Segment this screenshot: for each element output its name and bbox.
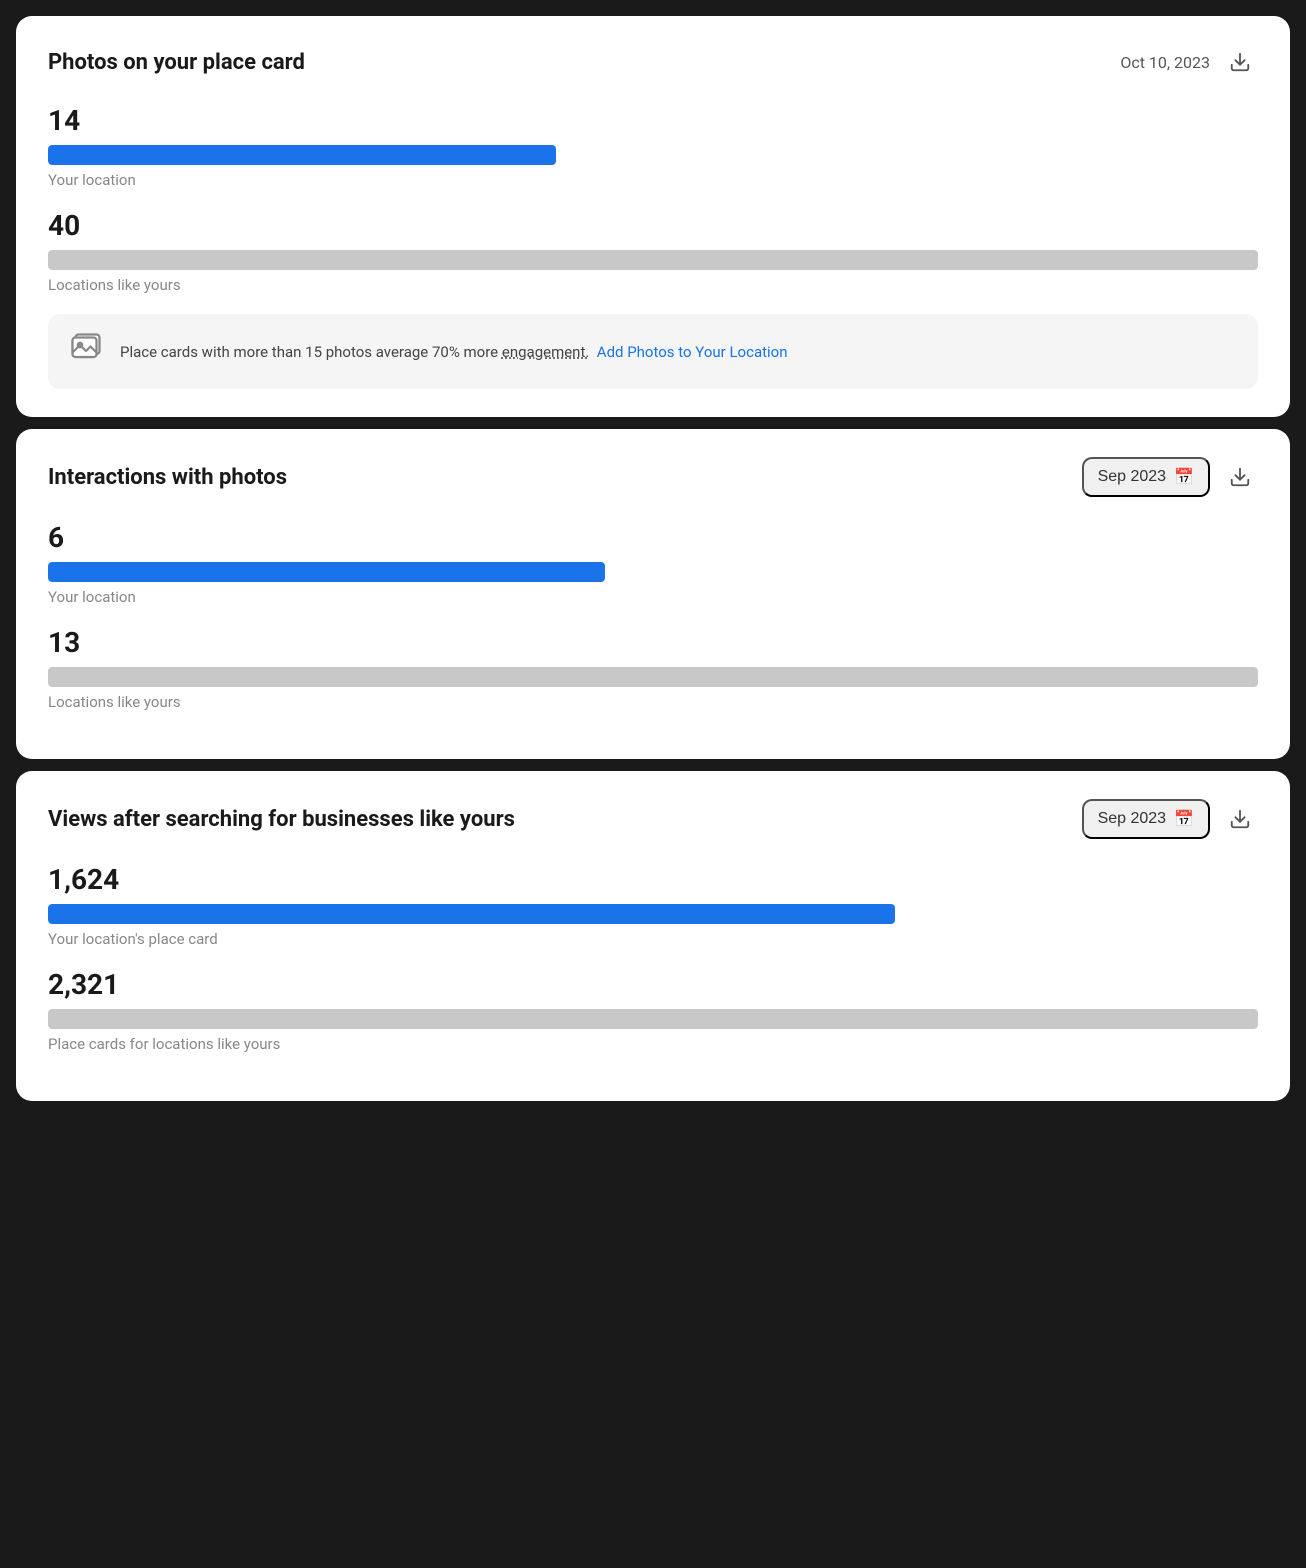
card2-your-location-bar-container <box>48 562 1258 582</box>
card3-locations-value: 2,321 <box>48 968 1258 1001</box>
card2-header-right: Sep 2023 📅 <box>1082 457 1258 497</box>
card1-locations-value: 40 <box>48 209 1258 242</box>
card2-locations-like-yours-metric: 13 Locations like yours <box>48 626 1258 711</box>
card3-locations-like-yours-metric: 2,321 Place cards for locations like you… <box>48 968 1258 1053</box>
card1-header-right: Oct 10, 2023 <box>1120 44 1258 80</box>
card2-locations-value: 13 <box>48 626 1258 659</box>
card1-your-location-label: Your location <box>48 171 1258 189</box>
card3-your-location-label: Your location's place card <box>48 930 1258 948</box>
download-icon <box>1229 51 1251 73</box>
card3-header: Views after searching for businesses lik… <box>48 799 1258 839</box>
photos-icon <box>68 330 104 373</box>
card1-locations-bar <box>48 250 1258 270</box>
image-stack-icon <box>68 330 104 366</box>
photos-on-place-card-section: Photos on your place card Oct 10, 2023 1… <box>16 16 1290 417</box>
card2-locations-bar-container <box>48 667 1258 687</box>
card1-info-box: Place cards with more than 15 photos ave… <box>48 314 1258 389</box>
card3-your-location-bar <box>48 904 895 924</box>
card1-locations-bar-container <box>48 250 1258 270</box>
card1-info-main-text: Place cards with more than 15 photos ave… <box>120 343 498 361</box>
card2-download-button[interactable] <box>1222 459 1258 495</box>
card3-title: Views after searching for businesses lik… <box>48 807 515 832</box>
card3-your-location-bar-container <box>48 904 1258 924</box>
views-after-searching-section: Views after searching for businesses lik… <box>16 771 1290 1101</box>
card1-locations-like-yours-metric: 40 Locations like yours <box>48 209 1258 294</box>
interactions-with-photos-section: Interactions with photos Sep 2023 📅 6 Yo… <box>16 429 1290 759</box>
card3-download-button[interactable] <box>1222 801 1258 837</box>
download-icon <box>1229 466 1251 488</box>
card2-date-badge[interactable]: Sep 2023 📅 <box>1082 457 1210 497</box>
card1-your-location-bar-container <box>48 145 1258 165</box>
card3-date-label: Sep 2023 <box>1098 810 1167 828</box>
card1-your-location-metric: 14 Your location <box>48 104 1258 189</box>
card2-header: Interactions with photos Sep 2023 📅 <box>48 457 1258 497</box>
card2-your-location-label: Your location <box>48 588 1258 606</box>
card1-info-keyword: engagement. <box>502 343 589 361</box>
card1-title: Photos on your place card <box>48 50 305 75</box>
card2-your-location-metric: 6 Your location <box>48 521 1258 606</box>
card2-locations-bar <box>48 667 1258 687</box>
card3-calendar-icon: 📅 <box>1174 809 1194 829</box>
card2-calendar-icon: 📅 <box>1174 467 1194 487</box>
card2-date-label: Sep 2023 <box>1098 468 1167 486</box>
card3-locations-label: Place cards for locations like yours <box>48 1035 1258 1053</box>
card1-header: Photos on your place card Oct 10, 2023 <box>48 44 1258 80</box>
card3-locations-bar <box>48 1009 1258 1029</box>
card1-info-cta-link[interactable]: Add Photos to Your Location <box>597 343 788 361</box>
card2-your-location-bar <box>48 562 605 582</box>
card3-locations-bar-container <box>48 1009 1258 1029</box>
card1-locations-label: Locations like yours <box>48 276 1258 294</box>
card3-date-badge[interactable]: Sep 2023 📅 <box>1082 799 1210 839</box>
card1-download-button[interactable] <box>1222 44 1258 80</box>
card3-your-location-metric: 1,624 Your location's place card <box>48 863 1258 948</box>
card2-locations-label: Locations like yours <box>48 693 1258 711</box>
card1-your-location-bar <box>48 145 556 165</box>
card1-your-location-value: 14 <box>48 104 1258 137</box>
card1-date: Oct 10, 2023 <box>1120 53 1210 72</box>
card2-title: Interactions with photos <box>48 465 287 490</box>
card3-your-location-value: 1,624 <box>48 863 1258 896</box>
card3-header-right: Sep 2023 📅 <box>1082 799 1258 839</box>
card1-info-text: Place cards with more than 15 photos ave… <box>120 343 788 361</box>
card2-your-location-value: 6 <box>48 521 1258 554</box>
download-icon <box>1229 808 1251 830</box>
